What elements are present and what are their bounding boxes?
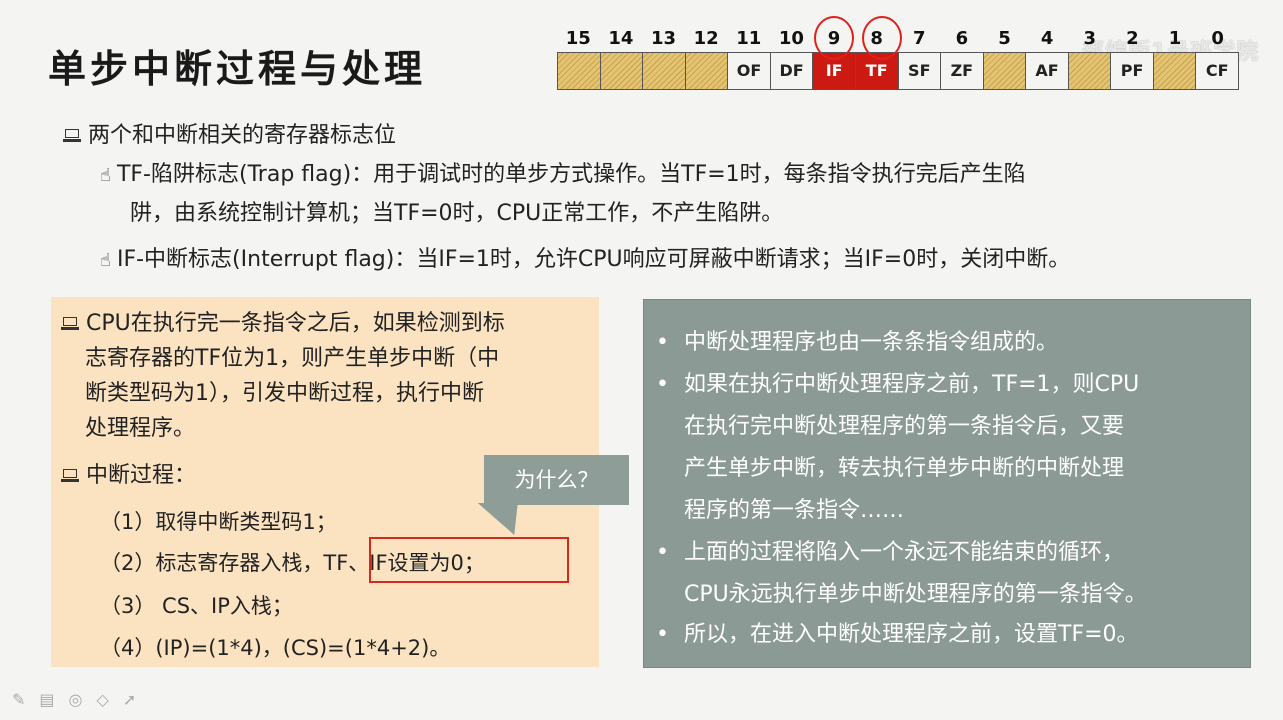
rp-item-2-line1: 如果在执行中断处理程序之前，TF=1，则CPU [684, 372, 1140, 397]
bit-number: 3 [1083, 28, 1097, 49]
computer-icon [61, 317, 80, 331]
bit-number: 6 [955, 28, 969, 49]
bit-number: 5 [998, 28, 1011, 49]
bit-number: 11 [736, 28, 762, 49]
flag-cell-df: DF [770, 53, 814, 89]
pointer-icon[interactable]: ➚ [123, 690, 136, 709]
tf-line1: TF-陷阱标志(Trap flag)：用于调试时的单步方式操作。当TF=1时，每… [116, 162, 1026, 187]
rp-item-3-line1: 上面的过程将陷入一个永远不能结束的循环， [684, 540, 1125, 565]
step-4: （4）(IP)=(1*4)，(CS)=(1*4+2)。 [100, 636, 451, 660]
bit-number: 7 [913, 28, 926, 49]
rp-item-1-line1: 中断处理程序也由一条条指令组成的。 [684, 330, 1059, 355]
slide-title: 单步中断过程与处理 [48, 46, 427, 91]
computer-icon [61, 469, 80, 483]
rp-item-3: • 上面的过程将陷入一个永远不能结束的循环， CPU永远执行单步中断处理程序的第… [656, 532, 1244, 616]
flag-cell-pf: PF [1111, 53, 1154, 89]
hand-pointer-icon: ☝ [100, 250, 111, 271]
bit-number: 10 [778, 28, 804, 49]
lp-p2-heading-text: 中断过程： [86, 463, 197, 488]
flag-cell-of: OF [728, 53, 771, 89]
lp-p1-line4: 处理程序。 [85, 416, 196, 441]
flag-cell-reserved [558, 53, 601, 89]
rp-item-2-line3: 产生单步中断，转去执行单步中断的中断处理 [684, 456, 1125, 481]
rp-item-2: • 如果在执行中断处理程序之前，TF=1，则CPU 在执行完中断处理程序的第一条… [656, 364, 1244, 532]
ink-circle-bit8 [862, 16, 902, 60]
pen-icon[interactable]: ✎ [12, 690, 25, 709]
flag-cell-reserved [1153, 53, 1197, 89]
lp-p1-line1: CPU在执行完一条指令之后，如果检测到标 [61, 306, 505, 342]
tf-description-cont: 阱，由系统控制计算机；当TF=0时，CPU正常工作，不产生陷阱。 [130, 195, 783, 233]
annotation-toolbar: ✎ ▤ ◎ ◇ ➚ [12, 690, 136, 709]
section1-heading: 两个和中断相关的寄存器标志位 [63, 117, 397, 149]
bit-number: 15 [565, 28, 591, 49]
flag-cell-reserved [600, 53, 644, 89]
rp-item-4-line1: 所以，在进入中断处理程序之前，设置TF=0。 [684, 622, 1139, 647]
bit-number: 14 [608, 28, 634, 49]
rp-item-4: • 所以，在进入中断处理程序之前，设置TF=0。 [656, 614, 1244, 656]
right-panel: • 中断处理程序也由一条条指令组成的。 • 如果在执行中断处理程序之前，TF=1，… [643, 299, 1251, 668]
rp-item-2-line2: 在执行完中断处理程序的第一条指令后，又要 [684, 414, 1125, 439]
lp-p2-heading: 中断过程： [61, 458, 197, 494]
eraser-icon[interactable]: ◇ [97, 690, 109, 709]
slides-icon[interactable]: ▤ [39, 690, 54, 709]
circle-icon[interactable]: ◎ [69, 690, 83, 709]
lp-p1-line2: 志寄存器的TF位为1，则产生单步中断（中 [85, 346, 500, 371]
step-3: （3） CS、IP入栈； [100, 594, 293, 618]
tf-description: ☝ TF-陷阱标志(Trap flag)：用于调试时的单步方式操作。当TF=1时，… [100, 156, 1026, 195]
rp-item-2-line4: 程序的第一条指令…… [684, 498, 905, 523]
lp-p1-line1-text: CPU在执行完一条指令之后，如果检测到标 [86, 311, 505, 336]
register-cells: OF DF IF TF SF ZF AF PF CF [557, 52, 1239, 90]
bit-number: 13 [651, 28, 677, 49]
step-1: （1）取得中断类型码1； [100, 510, 337, 534]
flag-cell-zf: ZF [941, 53, 984, 89]
lp-p1-line3: 断类型码为1），引发中断过程，执行中断 [85, 381, 484, 406]
computer-icon [63, 129, 82, 143]
if-description: ☝ IF-中断标志(Interrupt flag)：当IF=1时，允许CPU响应可… [100, 241, 1070, 280]
tf-line2: 阱，由系统控制计算机；当TF=0时，CPU正常工作，不产生陷阱。 [130, 201, 784, 226]
rp-item-1: • 中断处理程序也由一条条指令组成的。 [656, 322, 1244, 364]
flag-cell-reserved [1068, 53, 1112, 89]
bit-number: 1 [1168, 28, 1182, 49]
why-callout: 为什么？ [484, 455, 629, 505]
rp-item-3-line2: CPU永远执行单步中断处理程序的第一条指令。 [684, 582, 1147, 607]
section1-heading-text: 两个和中断相关的寄存器标志位 [88, 123, 397, 148]
if-line: IF-中断标志(Interrupt flag)：当IF=1时，允许CPU响应可屏… [116, 247, 1071, 272]
highlight-box [369, 537, 569, 583]
flag-cell-reserved [983, 53, 1027, 89]
flag-cell-reserved [643, 53, 686, 89]
flag-cell-cf: CF [1196, 53, 1238, 89]
hand-pointer-icon: ☝ [100, 165, 111, 186]
ink-circle-bit9 [814, 16, 854, 60]
bit-number: 4 [1040, 28, 1054, 49]
flag-cell-reserved [685, 53, 729, 89]
bit-number: 0 [1211, 28, 1224, 49]
bit-number: 2 [1126, 28, 1139, 49]
bit-number: 12 [693, 28, 719, 49]
flag-cell-sf: SF [898, 53, 942, 89]
flag-cell-af: AF [1026, 53, 1069, 89]
